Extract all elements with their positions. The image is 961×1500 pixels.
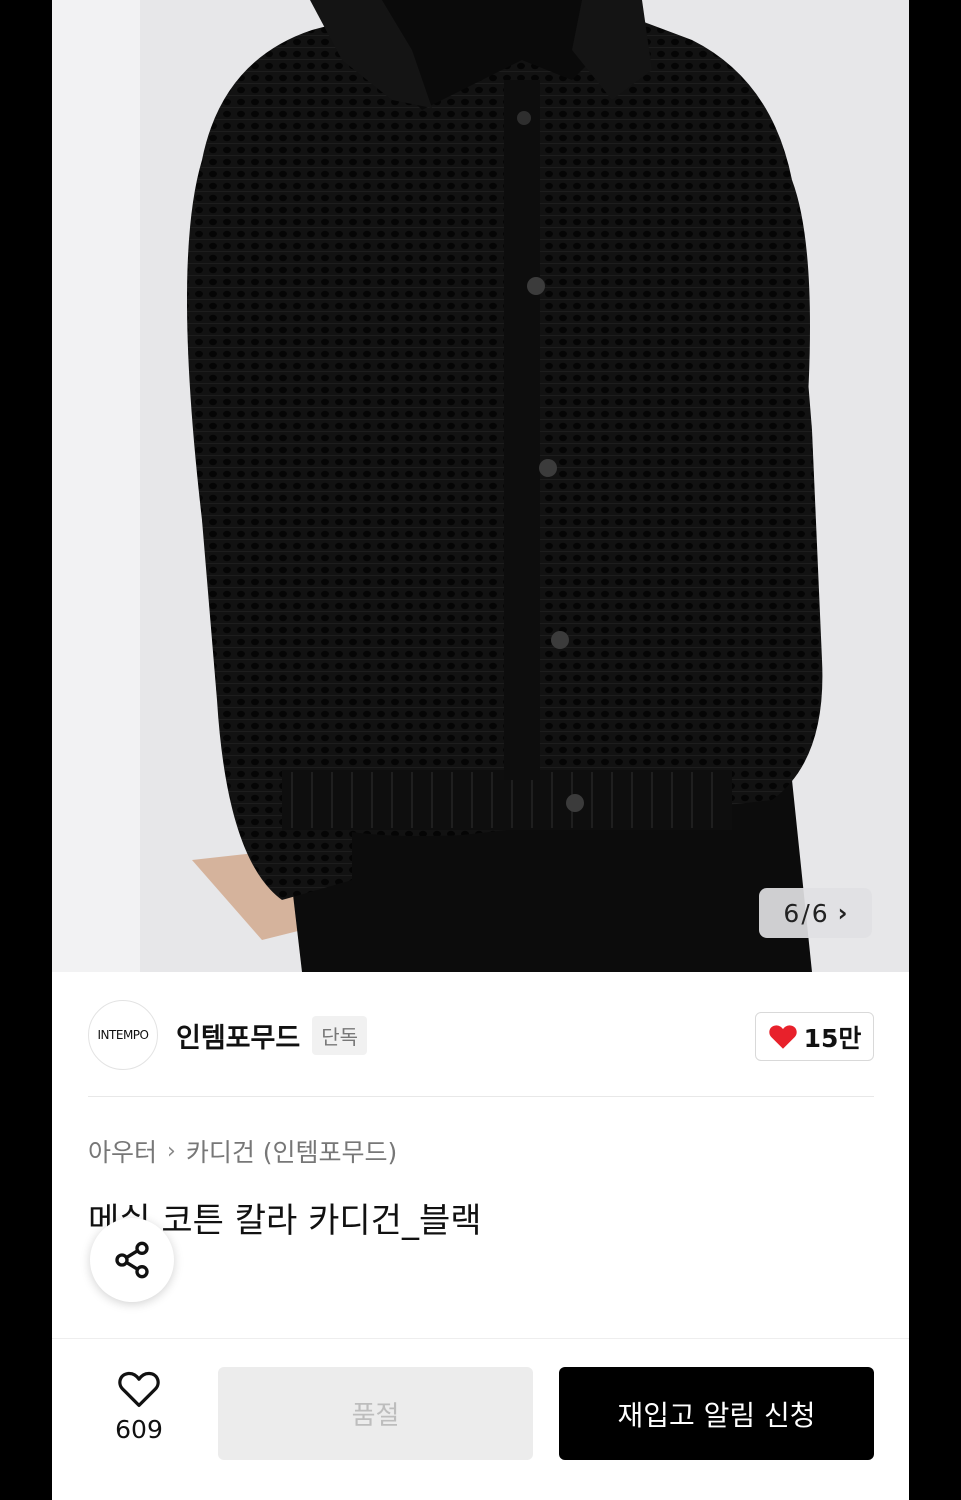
image-counter-text: 6/6 — [783, 898, 828, 928]
breadcrumb-cardigan[interactable]: 카디건 (인템포무드) — [186, 1133, 397, 1169]
brand-like-count: 15만 — [803, 1023, 862, 1053]
divider — [88, 1096, 874, 1097]
chevron-right-icon: › — [837, 899, 848, 927]
restock-alert-button[interactable]: 재입고 알림 신청 — [559, 1367, 874, 1460]
product-image[interactable]: 6/6 › — [52, 0, 909, 972]
breadcrumb: 아우터 › 카디건 (인템포무드) — [88, 1133, 397, 1169]
chevron-right-icon: › — [167, 1138, 176, 1164]
brand-logo[interactable]: INTEMPO — [88, 1000, 158, 1070]
image-counter[interactable]: 6/6 › — [759, 888, 872, 938]
breadcrumb-outer[interactable]: 아우터 — [88, 1133, 157, 1169]
bottom-action-bar: 609 품절 재입고 알림 신청 — [52, 1338, 909, 1500]
exclusive-badge: 단독 — [312, 1015, 368, 1055]
heart-outline-icon — [118, 1371, 160, 1407]
app-frame: 6/6 › INTEMPO 인템포무드 단독 15만 아우터 › 카디건 (인템… — [52, 0, 909, 1500]
cardigan-photo — [52, 0, 909, 972]
wishlist-button[interactable]: 609 — [102, 1369, 176, 1444]
share-icon — [115, 1241, 149, 1279]
brand-row: INTEMPO 인템포무드 단독 15만 — [88, 998, 874, 1072]
brand-like-button[interactable]: 15만 — [755, 1012, 874, 1061]
soldout-button[interactable]: 품절 — [218, 1367, 533, 1460]
brand-name[interactable]: 인템포무드 — [176, 1016, 300, 1055]
heart-filled-icon — [768, 1025, 797, 1049]
share-button[interactable] — [90, 1218, 174, 1302]
wishlist-count: 609 — [115, 1415, 163, 1444]
